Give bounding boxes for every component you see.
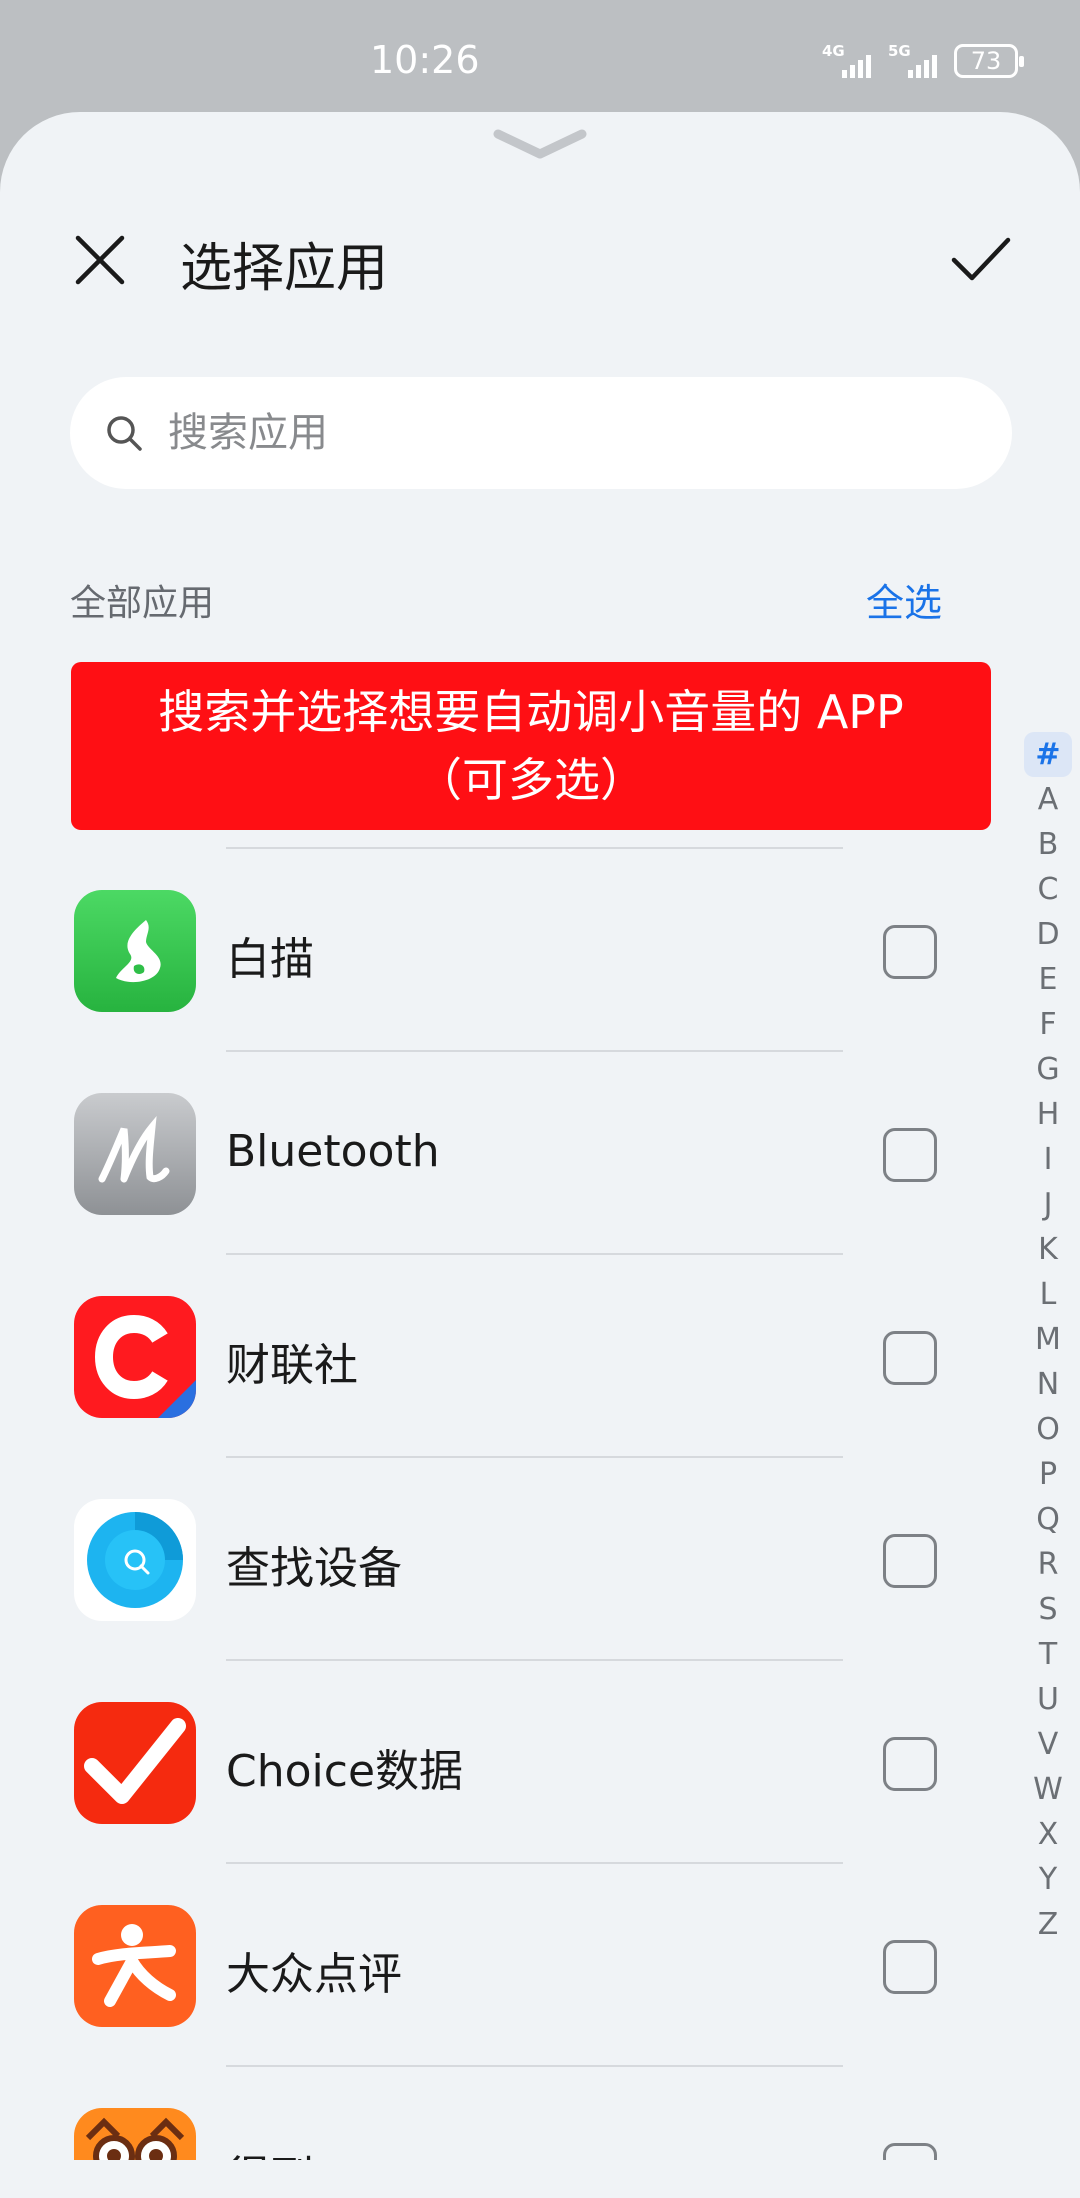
banner-line-1: 搜索并选择想要自动调小音量的 APP	[158, 685, 904, 739]
app-name: 白描	[226, 934, 314, 985]
index-letter-f[interactable]: F	[1024, 1002, 1072, 1047]
app-name: Bluetooth	[226, 1126, 440, 1177]
index-letter-j[interactable]: J	[1024, 1182, 1072, 1227]
page-title: 选择应用	[180, 239, 389, 299]
index-letter-s[interactable]: S	[1024, 1587, 1072, 1632]
index-letter-d[interactable]: D	[1024, 912, 1072, 957]
index-letter-l[interactable]: L	[1024, 1272, 1072, 1317]
app-checkbox[interactable]	[883, 1331, 937, 1385]
list-item[interactable]: 白描	[0, 847, 1080, 1050]
list-item[interactable]: 大众点评	[0, 1862, 1080, 2065]
find-device-icon	[74, 1499, 196, 1621]
close-icon[interactable]	[72, 232, 128, 288]
index-letter-i[interactable]: I	[1024, 1137, 1072, 1182]
index-letter-q[interactable]: Q	[1024, 1497, 1072, 1542]
app-checkbox[interactable]	[883, 1534, 937, 1588]
list-item[interactable]: 财联社	[0, 1253, 1080, 1456]
index-letter-t[interactable]: T	[1024, 1632, 1072, 1677]
check-icon[interactable]	[950, 232, 1012, 288]
app-picker-sheet: 选择应用 全部应用 全选 搜索并选择想要自动调小音量的 APP （可多选） 白描	[0, 112, 1080, 2198]
index-letter-c[interactable]: C	[1024, 867, 1072, 912]
select-all-button[interactable]: 全选	[866, 572, 942, 627]
index-letter-p[interactable]: P	[1024, 1452, 1072, 1497]
search-box[interactable]	[70, 377, 1012, 489]
index-letter-r[interactable]: R	[1024, 1542, 1072, 1587]
index-letter-x[interactable]: X	[1024, 1812, 1072, 1857]
battery-icon: 73	[954, 44, 1024, 78]
instruction-banner: 搜索并选择想要自动调小音量的 APP （可多选）	[71, 662, 991, 830]
app-name: 大众点评	[226, 1949, 402, 2000]
app-checkbox[interactable]	[883, 1128, 937, 1182]
index-letter-z[interactable]: Z	[1024, 1902, 1072, 1947]
dianping-icon	[74, 1905, 196, 2027]
app-checkbox[interactable]	[883, 1940, 937, 1994]
index-letter-g[interactable]: G	[1024, 1047, 1072, 1092]
status-bar: 10:26 4G 5G 73	[0, 0, 1080, 112]
app-name: Choice数据	[226, 1746, 464, 1797]
status-icons: 4G 5G 73	[822, 42, 1024, 80]
index-letter-k[interactable]: K	[1024, 1227, 1072, 1272]
index-letter-e[interactable]: E	[1024, 957, 1072, 1002]
cailianshe-icon	[74, 1296, 196, 1418]
app-checkbox[interactable]	[883, 925, 937, 979]
list-item[interactable]: 查找设备	[0, 1456, 1080, 1659]
index-letter-y[interactable]: Y	[1024, 1857, 1072, 1902]
bottom-fade	[0, 2160, 1080, 2198]
index-letter-h[interactable]: H	[1024, 1092, 1072, 1137]
section-label: 全部应用	[70, 583, 215, 624]
index-letter-a[interactable]: A	[1024, 777, 1072, 822]
app-name: 查找设备	[226, 1543, 402, 1594]
list-item[interactable]: Bluetooth	[0, 1050, 1080, 1253]
signal-4g-icon: 4G	[822, 42, 874, 80]
signal-5g-icon: 5G	[888, 42, 940, 80]
index-letter-b[interactable]: B	[1024, 822, 1072, 867]
bluetooth-app-icon	[74, 1093, 196, 1215]
app-checkbox[interactable]	[883, 1737, 937, 1791]
index-letter-u[interactable]: U	[1024, 1677, 1072, 1722]
index-letter-o[interactable]: O	[1024, 1407, 1072, 1452]
status-time: 10:26	[370, 38, 480, 82]
search-icon	[107, 416, 142, 451]
list-item[interactable]: Choice数据	[0, 1659, 1080, 1862]
index-letter-w[interactable]: W	[1024, 1767, 1072, 1812]
choice-icon	[74, 1702, 196, 1824]
index-letter-n[interactable]: N	[1024, 1362, 1072, 1407]
search-input[interactable]	[168, 399, 968, 467]
banner-line-2: （可多选）	[416, 753, 646, 807]
alphabet-index-bar[interactable]: # A B C D E F G H I J K L M N O P Q R S T U V W X Y Z	[1024, 732, 1072, 1947]
collapse-handle-icon[interactable]	[490, 126, 590, 166]
baimiao-icon	[74, 890, 196, 1012]
app-name: 财联社	[226, 1340, 358, 1391]
index-letter-v[interactable]: V	[1024, 1722, 1072, 1767]
index-letter-m[interactable]: M	[1024, 1317, 1072, 1362]
index-letter-hash[interactable]: #	[1024, 732, 1072, 777]
